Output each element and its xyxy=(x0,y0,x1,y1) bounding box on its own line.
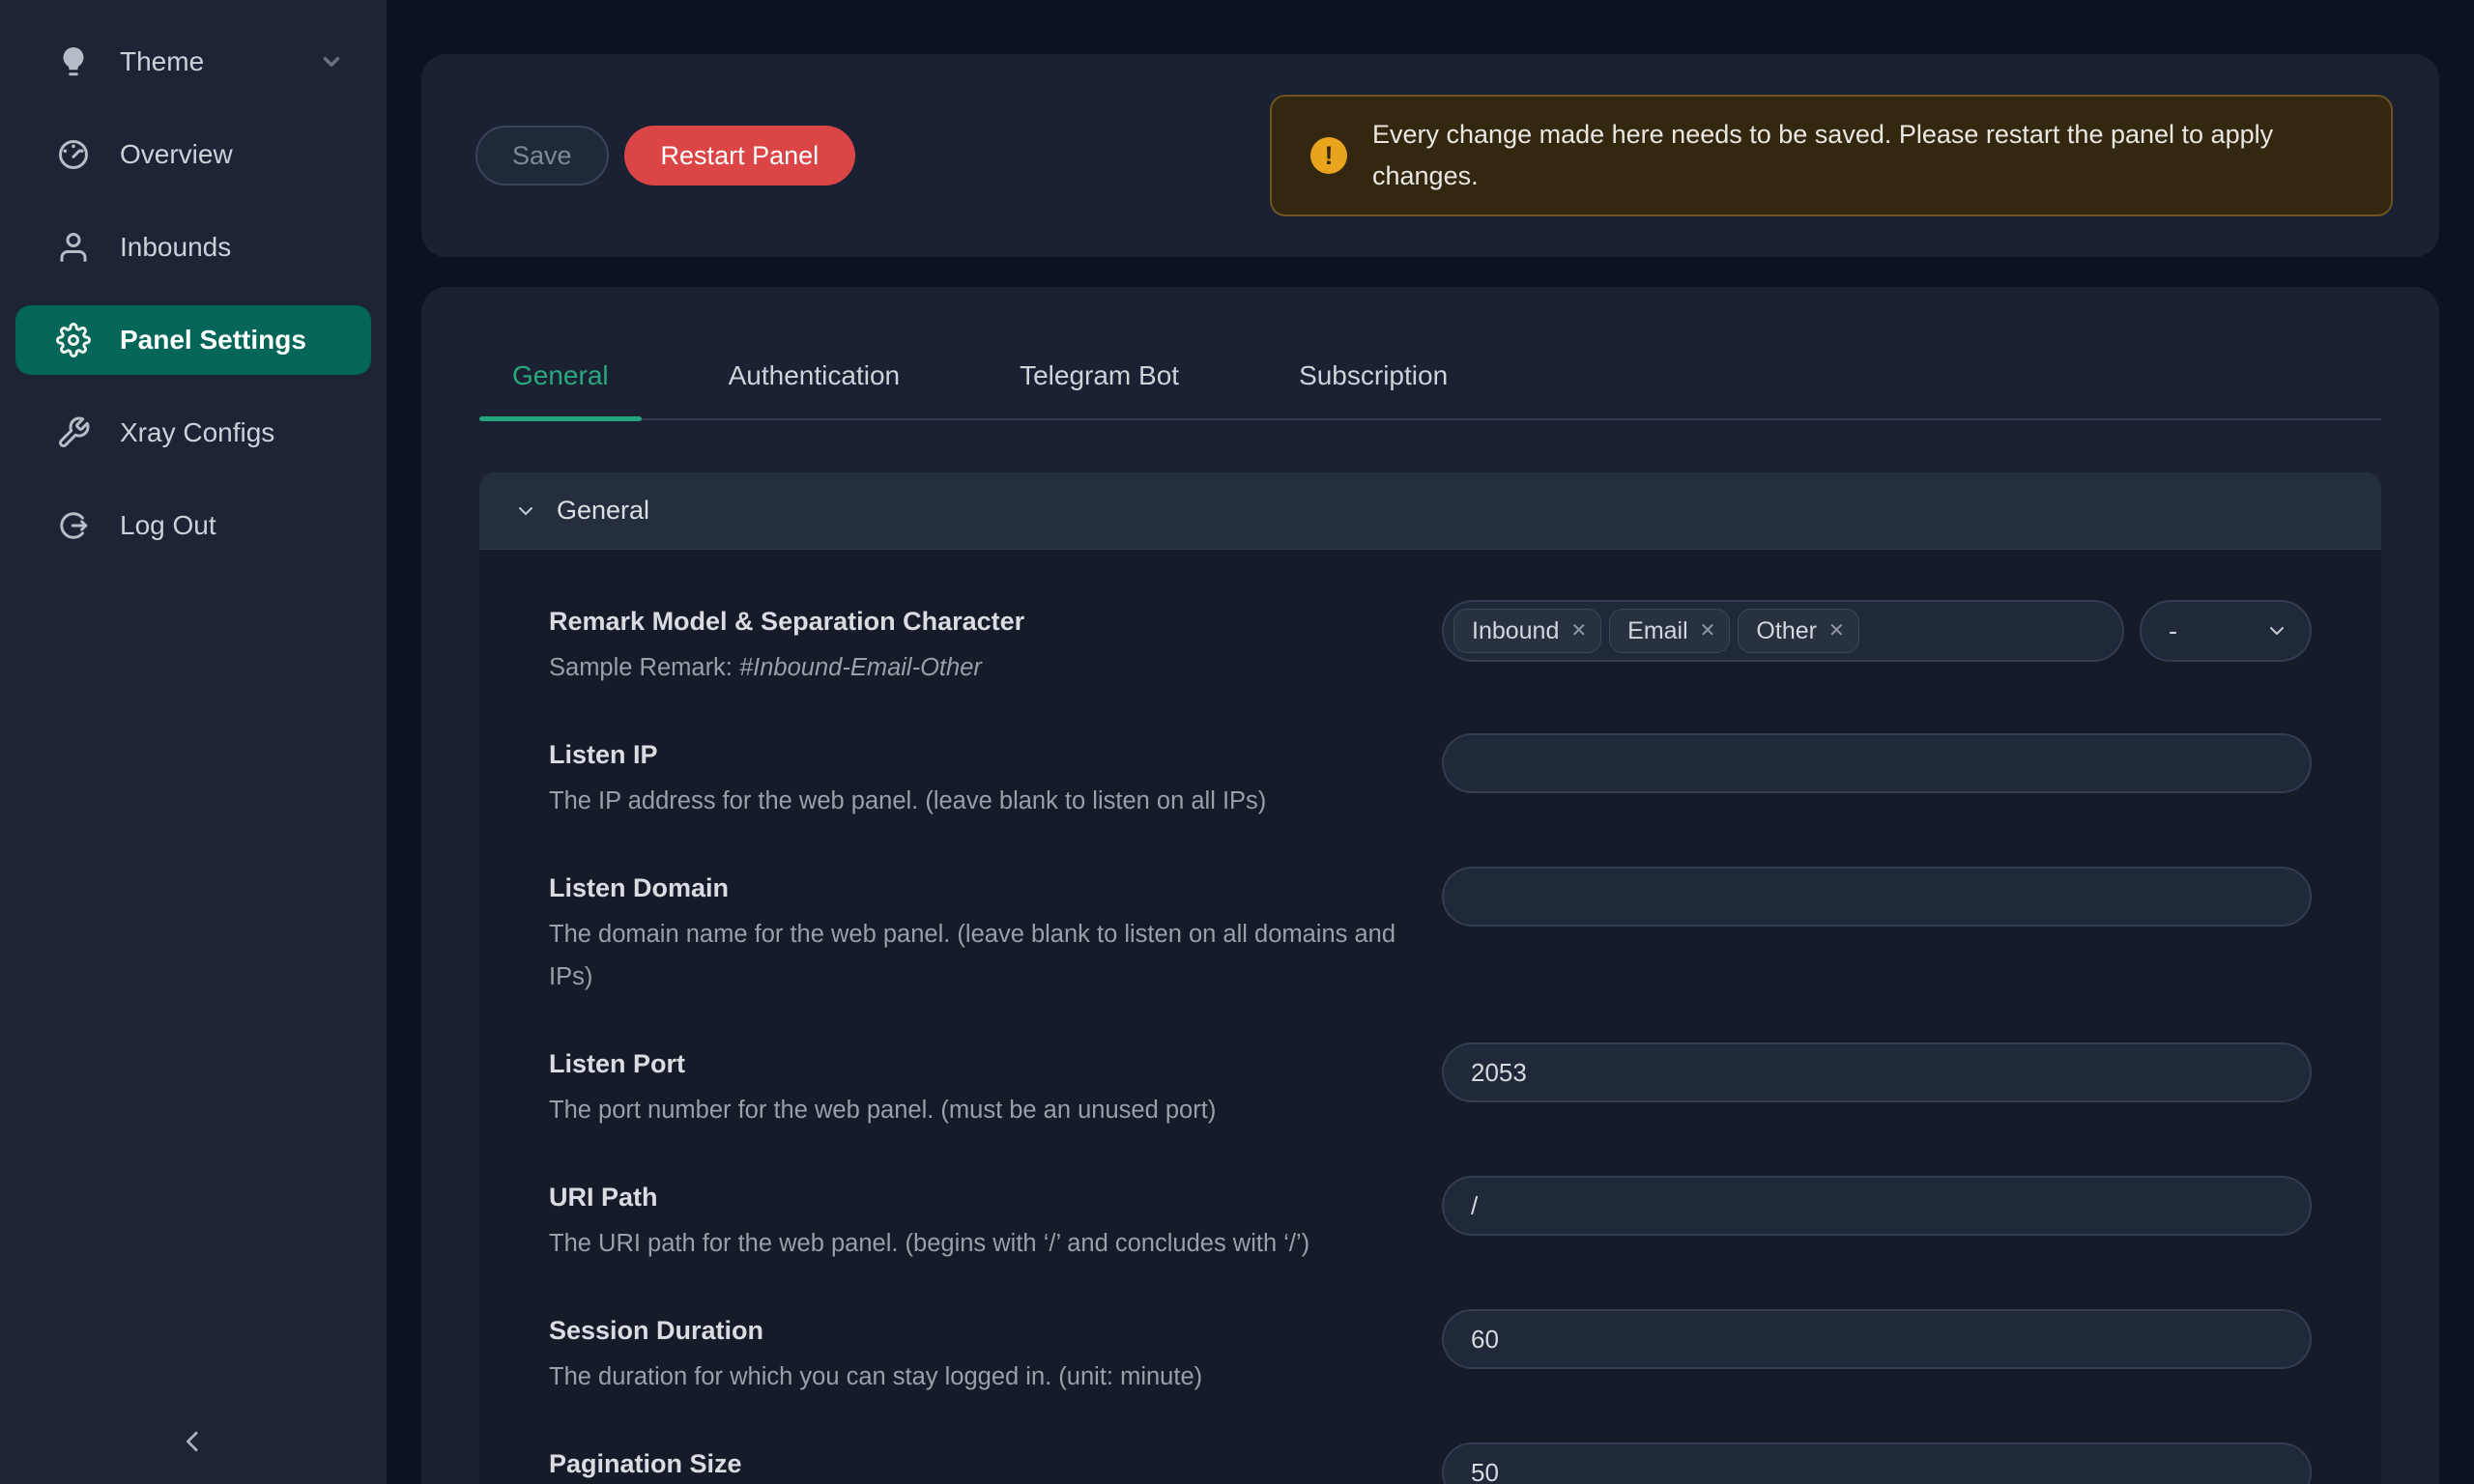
gauge-icon xyxy=(56,137,91,172)
sidebar-collapse-button[interactable] xyxy=(170,1418,216,1465)
chevron-down-icon xyxy=(319,49,344,74)
sidebar-item-overview[interactable]: Overview xyxy=(15,120,371,189)
general-collapse-header[interactable]: General xyxy=(479,472,2381,550)
app-root: Theme Overview Inbounds xyxy=(0,0,2474,1484)
form-row-listen-port: Listen Port The port number for the web … xyxy=(549,1042,2312,1131)
field-description: Sample Remark: #Inbound-Email-Other xyxy=(549,646,1409,689)
sidebar-item-theme[interactable]: Theme xyxy=(15,27,371,97)
tag-close-icon[interactable]: ✕ xyxy=(1828,621,1845,641)
settings-card: General Authentication Telegram Bot Subs… xyxy=(421,287,2439,1484)
field-label: Listen Port xyxy=(549,1042,1409,1085)
pagination-size-input[interactable] xyxy=(1442,1442,2312,1484)
chevron-down-icon xyxy=(2265,619,2288,642)
sidebar: Theme Overview Inbounds xyxy=(0,0,387,1484)
uri-path-input[interactable] xyxy=(1442,1176,2312,1236)
field-description: The IP address for the web panel. (leave… xyxy=(549,780,1409,822)
settings-tabs: General Authentication Telegram Bot Subs… xyxy=(479,287,2381,420)
user-icon xyxy=(56,230,91,265)
save-button[interactable]: Save xyxy=(475,126,609,186)
remark-model-multiselect[interactable]: Inbound ✕ Email ✕ Other ✕ xyxy=(1442,600,2124,662)
session-duration-input[interactable] xyxy=(1442,1309,2312,1369)
field-label: Session Duration xyxy=(549,1309,1409,1352)
lightbulb-icon xyxy=(56,44,91,79)
field-label: Listen IP xyxy=(549,733,1409,776)
toolbar-buttons: Save Restart Panel xyxy=(475,126,855,186)
field-description: The duration for which you can stay logg… xyxy=(549,1356,1409,1398)
logout-icon xyxy=(56,508,91,543)
separator-select[interactable]: - xyxy=(2140,600,2312,662)
field-description: The port number for the web panel. (must… xyxy=(549,1089,1409,1131)
separator-value: - xyxy=(2169,616,2177,646)
field-label: URI Path xyxy=(549,1176,1409,1218)
main-content: Save Restart Panel ! Every change made h… xyxy=(387,0,2474,1484)
sidebar-item-label: Log Out xyxy=(120,510,216,541)
tab-subscription[interactable]: Subscription xyxy=(1266,357,1481,418)
sample-remark-value: #Inbound-Email-Other xyxy=(739,654,982,681)
wrench-icon xyxy=(56,415,91,450)
form-row-listen-ip: Listen IP The IP address for the web pan… xyxy=(549,733,2312,822)
chevron-down-icon xyxy=(514,499,537,523)
listen-ip-input[interactable] xyxy=(1442,733,2312,793)
warning-text: Every change made here needs to be saved… xyxy=(1372,114,2348,197)
field-description: The domain name for the web panel. (leav… xyxy=(549,913,1409,998)
gear-icon xyxy=(56,323,91,357)
restart-warning-alert: ! Every change made here needs to be sav… xyxy=(1270,95,2393,216)
restart-panel-button[interactable]: Restart Panel xyxy=(624,126,856,186)
tab-authentication[interactable]: Authentication xyxy=(696,357,933,418)
sidebar-item-log-out[interactable]: Log Out xyxy=(15,491,371,560)
form-row-listen-domain: Listen Domain The domain name for the we… xyxy=(549,867,2312,998)
sidebar-item-label: Theme xyxy=(120,46,204,77)
section-title: General xyxy=(557,496,649,526)
form-row-session-duration: Session Duration The duration for which … xyxy=(549,1309,2312,1398)
sidebar-item-label: Inbounds xyxy=(120,232,231,263)
sidebar-item-xray-configs[interactable]: Xray Configs xyxy=(15,398,371,468)
sidebar-item-label: Xray Configs xyxy=(120,417,274,448)
field-label: Remark Model & Separation Character xyxy=(549,600,1409,642)
sidebar-item-panel-settings[interactable]: Panel Settings xyxy=(15,305,371,375)
field-description: The URI path for the web panel. (begins … xyxy=(549,1222,1409,1265)
tag-close-icon[interactable]: ✕ xyxy=(1570,621,1587,641)
toolbar-card: Save Restart Panel ! Every change made h… xyxy=(421,54,2439,257)
remark-tag: Other ✕ xyxy=(1738,609,1858,653)
field-label: Listen Domain xyxy=(549,867,1409,909)
general-collapse-panel: General Remark Model & Separation Charac… xyxy=(479,472,2381,1484)
form-row-pagination-size: Pagination Size xyxy=(549,1442,2312,1484)
listen-port-input[interactable] xyxy=(1442,1042,2312,1102)
form-row-uri-path: URI Path The URI path for the web panel.… xyxy=(549,1176,2312,1265)
general-collapse-body: Remark Model & Separation Character Samp… xyxy=(479,550,2381,1484)
chevron-left-icon xyxy=(179,1427,208,1456)
sidebar-item-label: Overview xyxy=(120,139,233,170)
field-label: Pagination Size xyxy=(549,1442,1409,1484)
sidebar-item-inbounds[interactable]: Inbounds xyxy=(15,213,371,282)
remark-tag: Inbound ✕ xyxy=(1453,609,1601,653)
sidebar-item-label: Panel Settings xyxy=(120,325,306,356)
tab-general[interactable]: General xyxy=(479,357,642,418)
form-row-remark-model: Remark Model & Separation Character Samp… xyxy=(549,600,2312,689)
remark-tag: Email ✕ xyxy=(1609,609,1730,653)
listen-domain-input[interactable] xyxy=(1442,867,2312,927)
warning-icon: ! xyxy=(1310,137,1347,174)
tab-telegram-bot[interactable]: Telegram Bot xyxy=(987,357,1212,418)
tag-close-icon[interactable]: ✕ xyxy=(1700,621,1716,641)
